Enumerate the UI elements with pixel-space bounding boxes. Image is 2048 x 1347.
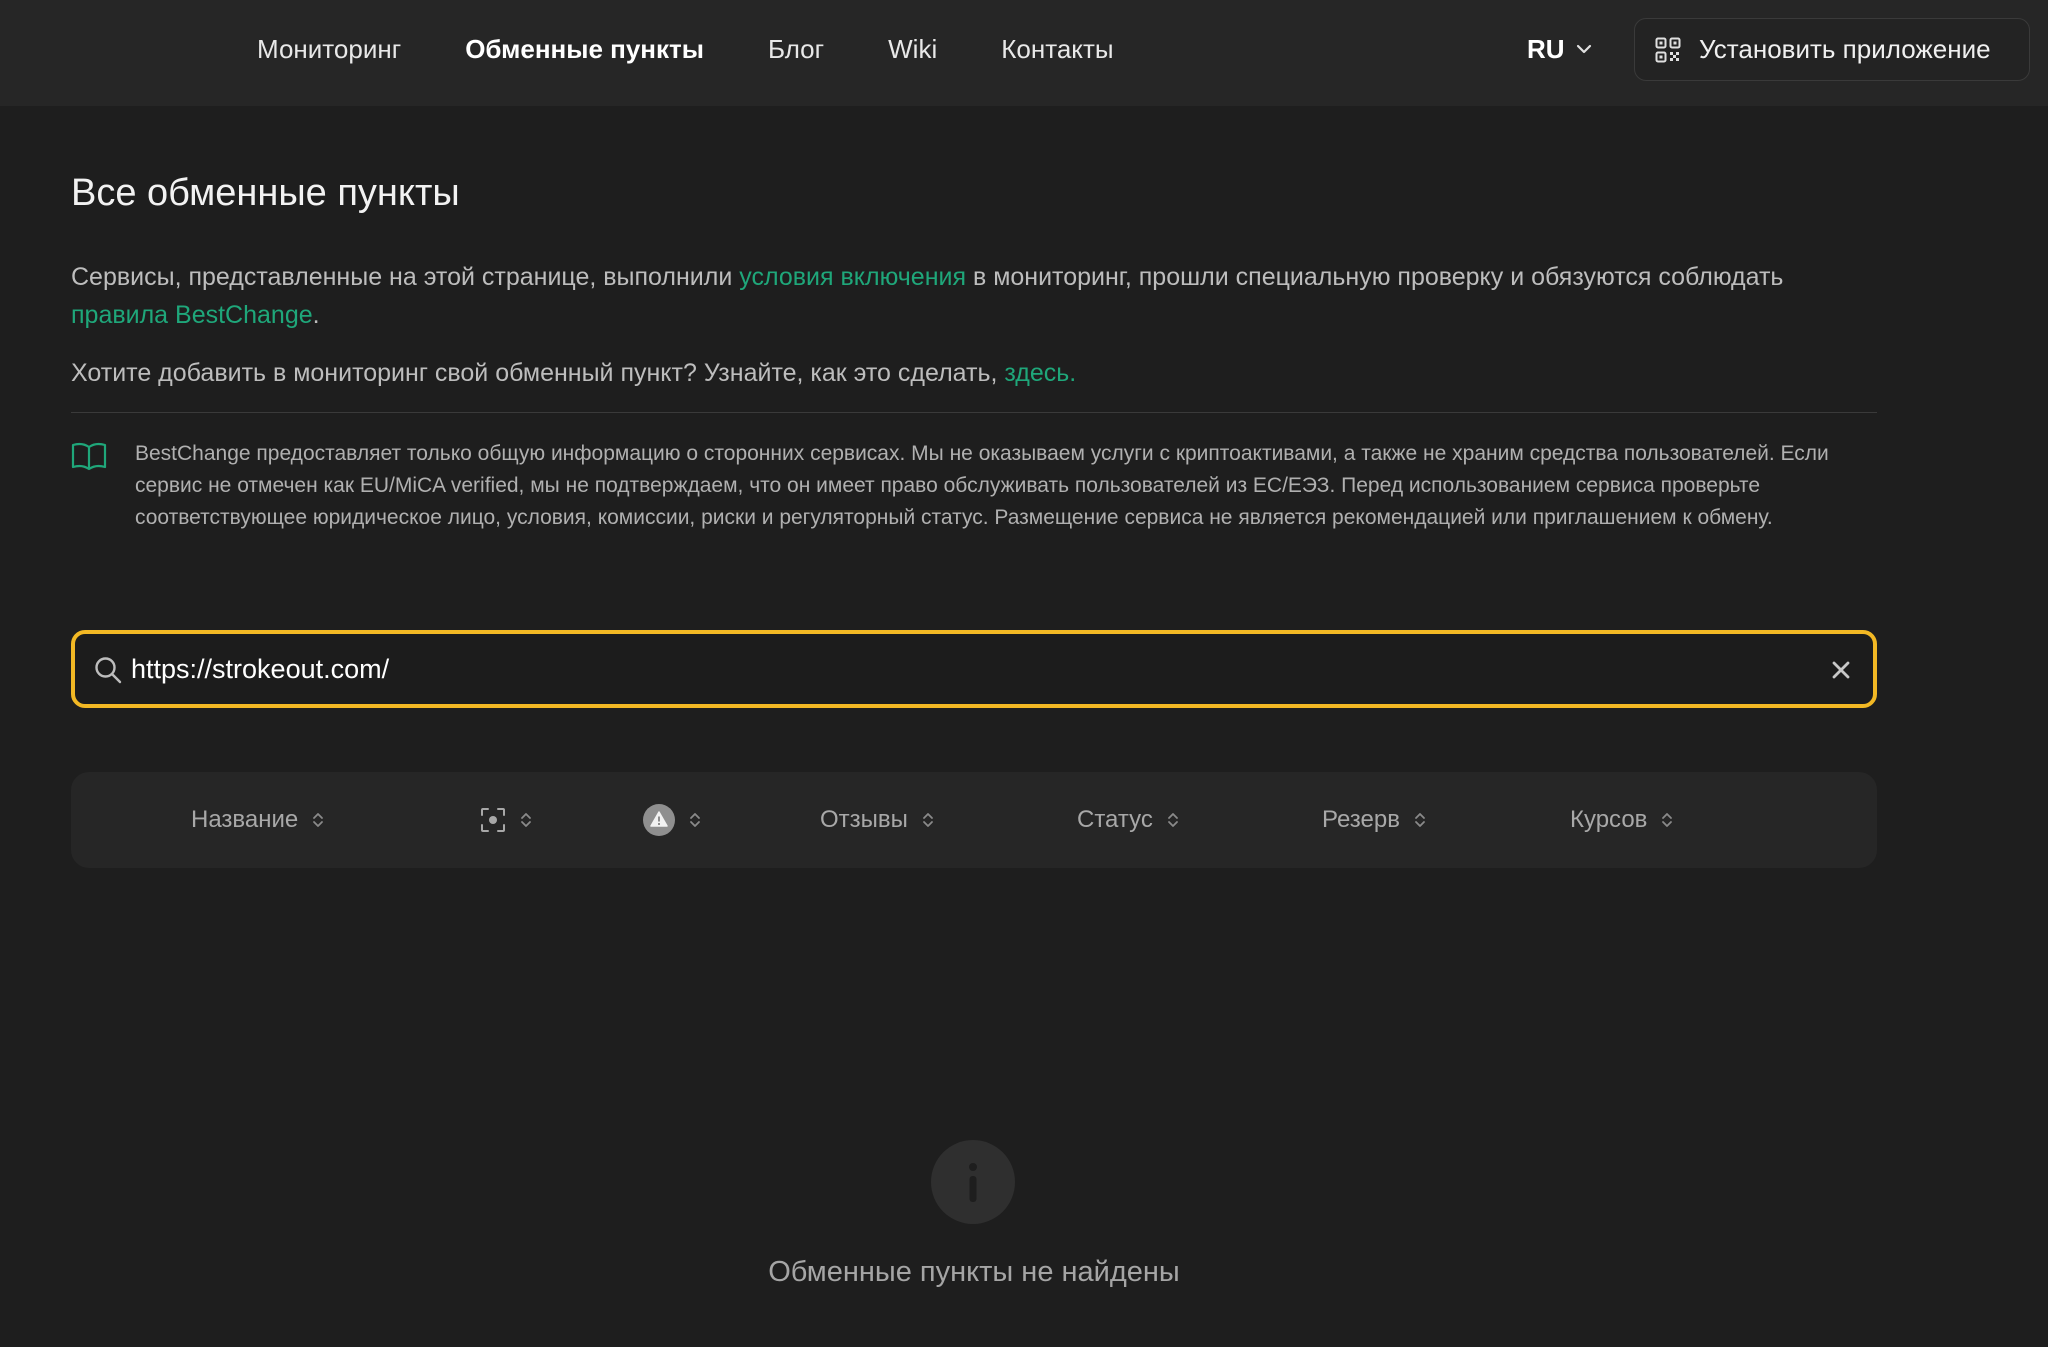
disclaimer-notice: BestChange предоставляет только общую ин… bbox=[135, 442, 1829, 529]
column-label: Отзывы bbox=[820, 806, 908, 833]
search-input[interactable] bbox=[131, 644, 1781, 694]
column-header-status[interactable]: Статус bbox=[1077, 772, 1179, 868]
column-header-reserve[interactable]: Резерв bbox=[1322, 772, 1426, 868]
chevron-down-icon bbox=[1576, 44, 1591, 54]
sort-icon bbox=[313, 813, 324, 827]
column-label: Статус bbox=[1077, 806, 1153, 833]
nav-item-wiki[interactable]: Wiki bbox=[888, 34, 937, 65]
language-label: RU bbox=[1527, 33, 1565, 64]
search-icon bbox=[95, 657, 122, 684]
empty-state-message: Обменные пункты не найдены bbox=[768, 1256, 1180, 1288]
warning-icon bbox=[643, 804, 675, 836]
info-icon bbox=[931, 1140, 1015, 1224]
column-header-reviews[interactable]: Отзывы bbox=[820, 772, 934, 868]
install-app-button[interactable]: Установить приложение bbox=[1634, 18, 2030, 81]
main-nav: Мониторинг Обменные пункты Блог Wiki Кон… bbox=[257, 0, 1114, 98]
sort-icon bbox=[923, 813, 933, 827]
book-icon bbox=[71, 442, 107, 471]
bestchange-rules-link[interactable]: правила BestChange bbox=[71, 301, 313, 329]
install-app-label: Установить приложение bbox=[1699, 34, 1991, 64]
column-header-rates[interactable]: Курсов bbox=[1570, 772, 1673, 868]
column-label: Курсов bbox=[1570, 806, 1648, 833]
nav-item-blog[interactable]: Блог bbox=[768, 34, 824, 65]
intro-paragraph: Сервисы, представленные на этой странице… bbox=[71, 258, 1877, 334]
page-title: Все обменные пункты bbox=[71, 172, 460, 214]
divider bbox=[71, 412, 1877, 413]
nav-item-exchangers[interactable]: Обменные пункты bbox=[465, 34, 704, 65]
intro-text-start: Сервисы, представленные на этой странице… bbox=[71, 263, 740, 291]
column-label: Название bbox=[191, 806, 299, 833]
inclusion-conditions-link[interactable]: условия включения bbox=[739, 263, 966, 291]
intro-text-middle: в мониторинг, прошли специальную проверк… bbox=[966, 263, 1784, 291]
intro-text-end: . bbox=[312, 301, 320, 329]
column-header-warnings[interactable] bbox=[643, 772, 701, 868]
search-box bbox=[71, 630, 1877, 708]
close-icon[interactable] bbox=[1829, 658, 1853, 682]
column-label: Резерв bbox=[1322, 806, 1400, 833]
nav-item-monitoring[interactable]: Мониторинг bbox=[257, 34, 401, 65]
sort-icon bbox=[1662, 813, 1673, 827]
verification-icon bbox=[481, 808, 505, 832]
column-header-name[interactable]: Название bbox=[191, 772, 324, 868]
add-exchanger-text: Хотите добавить в мониторинг свой обменн… bbox=[71, 359, 1005, 387]
language-selector[interactable]: RU bbox=[1527, 28, 1593, 70]
nav-item-contacts[interactable]: Контакты bbox=[1001, 34, 1113, 65]
sort-icon bbox=[690, 813, 700, 827]
sort-icon bbox=[1415, 813, 1425, 827]
add-exchanger-paragraph: Хотите добавить в мониторинг свой обменн… bbox=[71, 354, 1877, 392]
top-navigation-bar: Мониторинг Обменные пункты Блог Wiki Кон… bbox=[0, 0, 2048, 106]
table-header: Название Отзывы Статус Резерв Курсов bbox=[71, 772, 1877, 868]
sort-icon bbox=[1167, 813, 1178, 827]
add-exchanger-link[interactable]: здесь. bbox=[1004, 359, 1076, 387]
qr-code-icon bbox=[1655, 37, 1681, 62]
sort-icon bbox=[521, 813, 531, 827]
column-header-verification[interactable] bbox=[480, 772, 532, 868]
